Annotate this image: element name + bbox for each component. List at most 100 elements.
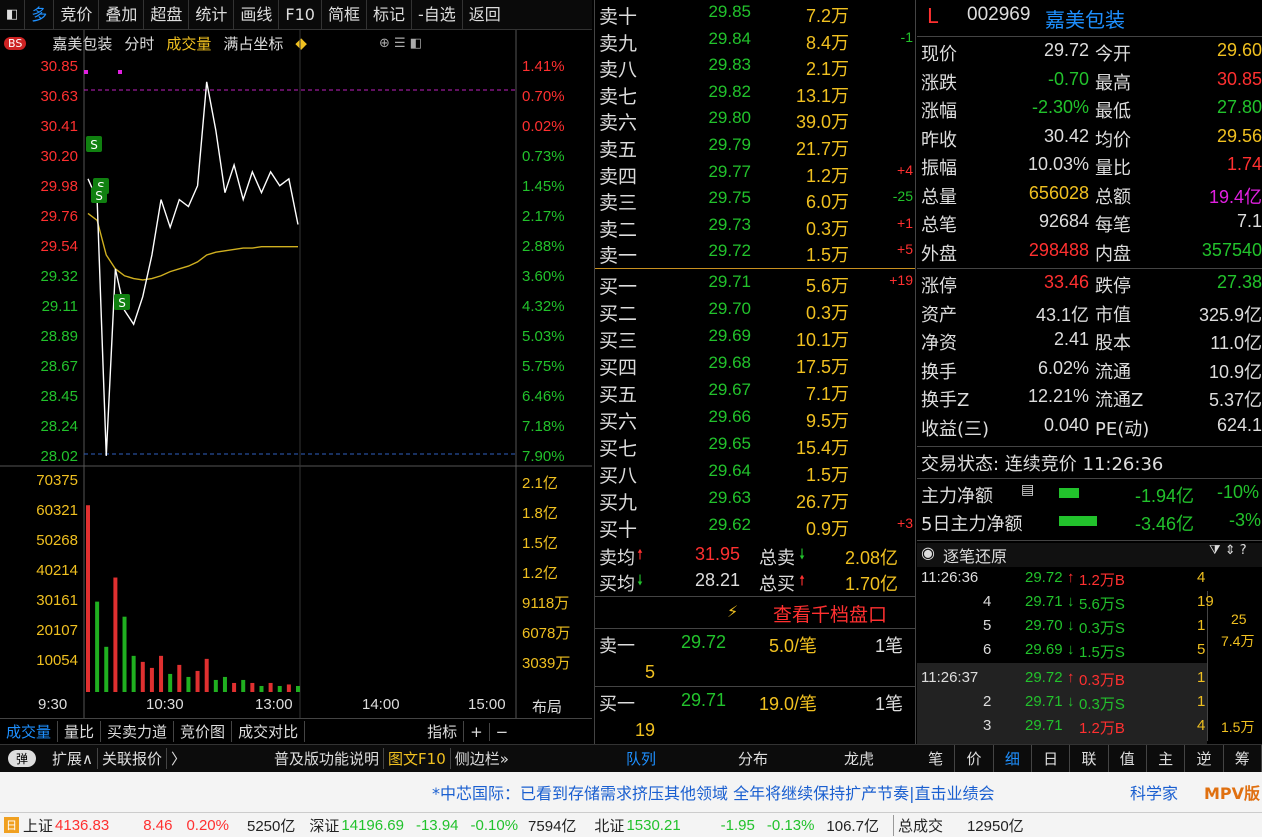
detail-tab[interactable]: 细 xyxy=(994,745,1032,773)
book-row-buy[interactable]: 买六 29.66 9.5万 xyxy=(595,407,917,434)
tab-volume-compare[interactable]: 成交对比 xyxy=(232,721,306,742)
book-price[interactable]: 29.80 xyxy=(695,108,751,128)
buy1-queue-value[interactable]: 19 xyxy=(635,720,655,741)
stock-title-name[interactable]: 嘉美包装 xyxy=(1045,4,1125,33)
tab-dragon-tiger[interactable]: 龙虎 xyxy=(844,748,874,769)
zoom-in-button[interactable]: + xyxy=(464,722,490,741)
bz-label[interactable]: 北证 xyxy=(594,815,624,836)
zoom-out-button[interactable]: − xyxy=(490,723,515,741)
book-level-label: 卖一 xyxy=(599,245,638,268)
indicator-button[interactable]: 指标 xyxy=(421,721,465,742)
version-badge[interactable]: MPV版 xyxy=(1204,780,1260,804)
s-marker-label: S xyxy=(118,296,126,310)
related-quote-button[interactable]: 关联报价 xyxy=(98,748,168,769)
book-row-sell[interactable]: 卖五 29.79 21.7万 xyxy=(595,135,917,162)
book-row-buy[interactable]: 买八 29.64 1.5万 xyxy=(595,461,917,488)
trade-count: 4 xyxy=(1197,717,1206,734)
intraday-chart[interactable]: SSSS xyxy=(0,0,592,718)
book-row-buy[interactable]: 买九 29.63 26.7万 xyxy=(595,488,917,515)
book-price[interactable]: 29.66 xyxy=(695,407,751,427)
book-price[interactable]: 29.83 xyxy=(695,55,751,75)
trade-row[interactable]: 6 29.69 ↓ 1.5万S 5 xyxy=(917,641,1262,665)
book-row-buy[interactable]: 买三 29.69 10.1万 xyxy=(595,326,917,353)
quote-value: 1.74 xyxy=(1226,154,1262,174)
book-row-buy[interactable]: 买一 29.71 5.6万 +19 xyxy=(595,272,917,299)
tab-volume-ratio[interactable]: 量比 xyxy=(58,721,102,742)
trade-row[interactable]: 3 29.71 1.2万B 4 xyxy=(917,717,1262,741)
detail-tab[interactable]: 价 xyxy=(955,745,994,773)
book-row-buy[interactable]: 买七 29.65 15.4万 xyxy=(595,434,917,461)
book-price[interactable]: 29.64 xyxy=(695,461,751,481)
book-price[interactable]: 29.65 xyxy=(695,434,751,454)
trade-arrow-icon: ↓ xyxy=(1067,641,1075,658)
book-row-sell[interactable]: 卖一 29.72 1.5万 +5 xyxy=(595,241,917,268)
book-row-sell[interactable]: 卖七 29.82 13.1万 xyxy=(595,82,917,109)
book-price[interactable]: 29.69 xyxy=(695,326,751,346)
news-headline[interactable]: *中芯国际：已看到存储需求挤压其他领域 全年将继续保持扩产节奏|直击业绩会 xyxy=(432,780,994,804)
news-right[interactable]: 科学家 xyxy=(1130,780,1178,804)
book-price[interactable]: 29.67 xyxy=(695,380,751,400)
more-button[interactable]: 〉 xyxy=(167,748,190,769)
book-price[interactable]: 29.73 xyxy=(695,215,751,235)
book-price[interactable]: 29.62 xyxy=(695,515,751,535)
book-row-sell[interactable]: 卖三 29.75 6.0万 -25 xyxy=(595,188,917,215)
book-price[interactable]: 29.70 xyxy=(695,299,751,319)
book-row-buy[interactable]: 买十 29.62 0.9万 +3 xyxy=(595,515,917,542)
book-price[interactable]: 29.82 xyxy=(695,82,751,102)
book-price[interactable]: 29.77 xyxy=(695,162,751,182)
tab-distribution[interactable]: 分布 xyxy=(738,748,768,769)
book-row-buy[interactable]: 买五 29.67 7.1万 xyxy=(595,380,917,407)
book-row-sell[interactable]: 卖四 29.77 1.2万 +4 xyxy=(595,162,917,189)
book-price[interactable]: 29.75 xyxy=(695,188,751,208)
sidebar-toggle[interactable]: 侧边栏» xyxy=(451,748,513,769)
toggle-switch[interactable]: 弹 xyxy=(8,750,37,767)
detail-tab[interactable]: 逆 xyxy=(1185,745,1224,773)
tab-buy-sell-force[interactable]: 买卖力道 xyxy=(101,721,175,742)
trade-row[interactable]: 11:26:36 29.72 ↑ 1.2万B 4 xyxy=(917,569,1262,593)
collapse-icon[interactable]: ◉ xyxy=(921,543,935,562)
detail-tab[interactable]: 笔 xyxy=(917,745,956,773)
trade-row[interactable]: 5 29.70 ↓ 0.3万S 1 xyxy=(917,617,1262,641)
book-price[interactable]: 29.84 xyxy=(695,29,751,49)
book-price[interactable]: 29.71 xyxy=(695,272,751,292)
detail-tab[interactable]: 主 xyxy=(1147,745,1186,773)
tab-queue[interactable]: 队列 xyxy=(626,748,656,769)
layout-button[interactable]: 布局 xyxy=(532,696,562,717)
f10-button[interactable]: 图文F10 xyxy=(384,748,451,769)
book-price[interactable]: 29.79 xyxy=(695,135,751,155)
expand-button[interactable]: 扩展∧ xyxy=(48,748,98,769)
sell1-queue-value[interactable]: 5 xyxy=(645,662,655,683)
trade-row[interactable]: 11:26:37 29.72 ↑ 0.3万B 1 xyxy=(917,669,1262,693)
book-row-buy[interactable]: 买四 29.68 17.5万 xyxy=(595,353,917,380)
detail-tab[interactable]: 筹 xyxy=(1224,745,1262,773)
detail-tab[interactable]: 日 xyxy=(1032,745,1071,773)
tab-auction-chart[interactable]: 竞价图 xyxy=(174,721,233,742)
book-row-sell[interactable]: 卖九 29.84 8.4万 -1 xyxy=(595,29,917,56)
book-row-buy[interactable]: 买二 29.70 0.3万 xyxy=(595,299,917,326)
help-link[interactable]: 普及版功能说明 xyxy=(270,748,385,769)
book-price[interactable]: 29.85 xyxy=(695,2,751,22)
filter-icon[interactable]: ⧩ ⇕ ? xyxy=(1209,543,1247,558)
sh-change: 8.46 xyxy=(143,816,173,834)
detail-tab[interactable]: 联 xyxy=(1070,745,1109,773)
book-row-sell[interactable]: 卖六 29.80 39.0万 xyxy=(595,108,917,135)
detail-tab[interactable]: 值 xyxy=(1109,745,1147,773)
book-price[interactable]: 29.63 xyxy=(695,488,751,508)
book-price[interactable]: 29.72 xyxy=(695,241,751,261)
volume-bar xyxy=(213,679,218,692)
book-row-sell[interactable]: 卖十 29.85 7.2万 xyxy=(595,2,917,29)
sz-label[interactable]: 深证 xyxy=(309,815,339,836)
book-row-sell[interactable]: 卖八 29.83 2.1万 xyxy=(595,55,917,82)
sh-index-icon[interactable]: 日 xyxy=(4,817,19,833)
trade-row[interactable]: 2 29.71 ↓ 0.3万S 1 xyxy=(917,693,1262,717)
list-icon[interactable]: ▤ xyxy=(1021,482,1034,498)
tab-volume[interactable]: 成交量 xyxy=(0,721,59,742)
book-price[interactable]: 29.68 xyxy=(695,353,751,373)
trade-row[interactable]: 4 29.71 ↓ 5.6万S 19 xyxy=(917,593,1262,617)
index-status-bar: 日 上证 4136.83 8.46 0.20% 5250亿 深证 14196.6… xyxy=(0,812,1262,837)
sell-total-label: 总卖 xyxy=(759,548,795,569)
view-depth-link[interactable]: 查看千档盘口 xyxy=(773,600,887,627)
sh-label[interactable]: 上证 xyxy=(23,815,53,836)
book-row-sell[interactable]: 卖二 29.73 0.3万 +1 xyxy=(595,215,917,242)
volume-bar xyxy=(122,616,127,692)
